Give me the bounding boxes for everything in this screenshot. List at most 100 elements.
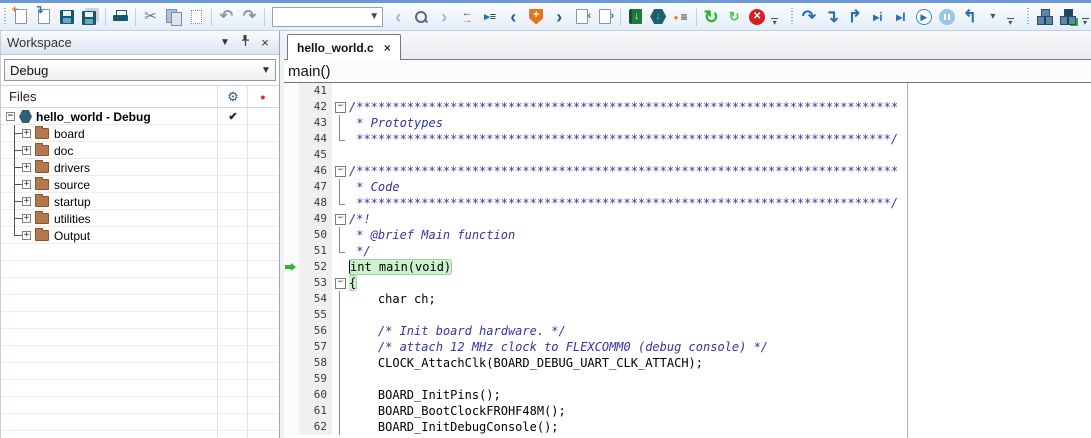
prev-bookmark-icon[interactable]: ‹ — [502, 6, 525, 28]
debug-without-download-icon[interactable]: ↓ — [647, 6, 670, 28]
expander-expand-icon[interactable]: + — [22, 231, 31, 240]
breakpoint-gutter[interactable] — [284, 83, 299, 99]
print-icon[interactable] — [109, 6, 132, 28]
copy-icon[interactable] — [162, 6, 185, 28]
breakpoint-dot-icon[interactable]: ● — [248, 92, 278, 102]
code-line-57[interactable]: 57 /* attach 12 MHz clock to FLEXCOMM0 (… — [284, 339, 907, 355]
prev-document-icon[interactable]: ‹ — [571, 6, 594, 28]
step-into-icon[interactable]: ↴ — [820, 6, 843, 28]
paste-icon[interactable] — [185, 6, 208, 28]
pin-icon[interactable] — [237, 35, 253, 50]
config-selector-dropdown[interactable]: Debug ▼ — [4, 59, 276, 81]
breakpoint-shield-icon[interactable]: + — [525, 6, 548, 28]
code-line-53[interactable]: 53{ — [284, 275, 907, 291]
next-statement-icon[interactable]: ▸i — [866, 6, 889, 28]
panel-menu-icon[interactable]: ▼ — [217, 37, 233, 48]
toolbar-grip[interactable] — [790, 8, 795, 26]
code-line-50[interactable]: 50 * @brief Main function — [284, 227, 907, 243]
save-all-icon[interactable] — [79, 6, 102, 28]
code-line-49[interactable]: 49/*! — [284, 211, 907, 227]
code-line-45[interactable]: 45 — [284, 147, 907, 163]
breakpoint-gutter[interactable] — [284, 403, 299, 419]
breakpoint-gutter[interactable] — [284, 355, 299, 371]
breakpoint-gutter[interactable] — [284, 163, 299, 179]
tab-hello-world-c[interactable]: hello_world.c × — [287, 34, 401, 60]
tree-item-output[interactable]: +Output — [1, 227, 279, 244]
bookmark-list-icon[interactable]: ▸≡ — [479, 6, 502, 28]
breakpoint-gutter[interactable] — [284, 195, 299, 211]
expander-collapse-icon[interactable]: − — [6, 112, 15, 121]
code-line-41[interactable]: 41 — [284, 83, 907, 99]
next-bookmark-icon[interactable]: › — [548, 6, 571, 28]
toolbar-overflow-icon[interactable]: ▾ — [769, 6, 781, 28]
breakpoint-gutter[interactable] — [284, 211, 299, 227]
code-line-56[interactable]: 56 /* Init board hardware. */ — [284, 323, 907, 339]
code-line-60[interactable]: 60 BOARD_InitPins(); — [284, 387, 907, 403]
open-file-icon[interactable]: ↴ — [33, 6, 56, 28]
tree-item-board[interactable]: +board — [1, 125, 279, 142]
breakpoint-gutter[interactable] — [284, 291, 299, 307]
search-icon[interactable] — [410, 6, 433, 28]
nav-back-icon[interactable]: ‹ — [387, 6, 410, 28]
toolbar-grip[interactable] — [1026, 8, 1031, 26]
toolbar-overflow-icon[interactable]: ▾ — [1079, 6, 1091, 28]
expander-expand-icon[interactable]: + — [22, 214, 31, 223]
fold-marker[interactable] — [332, 275, 349, 291]
breakpoint-gutter[interactable] — [284, 115, 299, 131]
make-target-icon[interactable]: ≡ — [670, 6, 693, 28]
toolbar-overflow-icon[interactable]: ▾ — [1004, 6, 1016, 28]
code-line-61[interactable]: 61 BOARD_BootClockFROHF48M(); — [284, 403, 907, 419]
step-over-icon[interactable]: ↷ — [797, 6, 820, 28]
debug-dropdown-icon[interactable]: ▾ — [981, 6, 1004, 28]
tab-close-icon[interactable]: × — [384, 41, 391, 55]
breakpoint-gutter[interactable] — [284, 387, 299, 403]
close-icon[interactable]: × — [257, 35, 273, 50]
cut-icon[interactable]: ✂ — [139, 6, 162, 28]
fold-marker[interactable] — [332, 211, 349, 227]
expander-expand-icon[interactable]: + — [22, 129, 31, 138]
breakpoint-gutter[interactable] — [284, 99, 299, 115]
next-document-icon[interactable]: › — [594, 6, 617, 28]
breakpoint-gutter[interactable] — [284, 419, 299, 435]
tree-item-doc[interactable]: +doc — [1, 142, 279, 159]
save-icon[interactable] — [56, 6, 79, 28]
breakpoint-gutter[interactable] — [284, 227, 299, 243]
step-out-icon[interactable]: ↱ — [843, 6, 866, 28]
code-line-48[interactable]: 48 *************************************… — [284, 195, 907, 211]
code-line-46[interactable]: 46/*************************************… — [284, 163, 907, 179]
code-line-54[interactable]: 54 char ch; — [284, 291, 907, 307]
expander-expand-icon[interactable]: + — [22, 163, 31, 172]
code-pane[interactable]: 4142/***********************************… — [284, 83, 908, 438]
code-line-43[interactable]: 43 * Prototypes — [284, 115, 907, 131]
undo-icon[interactable]: ↶ — [215, 6, 238, 28]
code-line-59[interactable]: 59 — [284, 371, 907, 387]
profiling-icon[interactable] — [1033, 6, 1056, 28]
cpu-reset-icon[interactable]: ↻ — [723, 6, 746, 28]
tree-item-source[interactable]: +source — [1, 176, 279, 193]
expander-expand-icon[interactable]: + — [22, 197, 31, 206]
settings-gear-icon[interactable]: ⚙ — [218, 89, 248, 105]
toolbar-grip[interactable] — [3, 8, 8, 26]
code-line-62[interactable]: 62 BOARD_InitDebugConsole(); — [284, 419, 907, 435]
breakpoint-gutter[interactable] — [284, 147, 299, 163]
breakpoint-gutter[interactable] — [284, 131, 299, 147]
fold-marker[interactable] — [332, 163, 349, 179]
tree-item-drivers[interactable]: +drivers — [1, 159, 279, 176]
breakpoint-gutter[interactable] — [284, 179, 299, 195]
function-context-bar[interactable]: main() — [284, 60, 1091, 83]
breakpoint-gutter[interactable] — [284, 275, 299, 291]
tree-item-project[interactable]: −hello_world - Debug✔ — [1, 108, 279, 125]
breakpoint-gutter[interactable] — [284, 307, 299, 323]
restart-icon[interactable]: ↰ — [958, 6, 981, 28]
breakpoint-gutter[interactable] — [284, 323, 299, 339]
new-file-icon[interactable]: + — [10, 6, 33, 28]
download-and-debug-icon[interactable]: ↓ — [624, 6, 647, 28]
breakpoint-gutter[interactable] — [284, 259, 299, 275]
go-icon[interactable]: ▶ — [912, 6, 935, 28]
run-to-cursor-icon[interactable]: ▸I — [889, 6, 912, 28]
break-icon[interactable] — [935, 6, 958, 28]
code-line-52[interactable]: 52int main(void) — [284, 259, 907, 275]
stop-debugging-icon[interactable]: ✕ — [746, 6, 769, 28]
expander-expand-icon[interactable]: + — [22, 146, 31, 155]
expander-expand-icon[interactable]: + — [22, 180, 31, 189]
